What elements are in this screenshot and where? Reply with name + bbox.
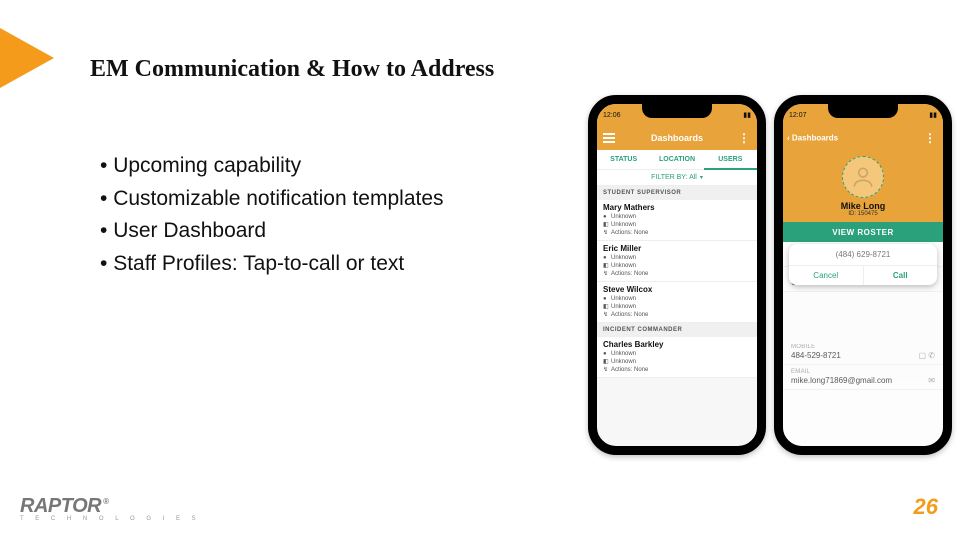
- actions-icon: ↯: [603, 311, 611, 318]
- app-header: ‹ Dashboards ⋮: [783, 126, 943, 150]
- phone-icon[interactable]: ✆: [928, 351, 935, 360]
- location-pin-icon: ◧: [603, 303, 611, 310]
- phone-dashboards: 12:06 ▮▮ Dashboards ⋮ STATUS LOCATION US…: [588, 95, 766, 455]
- contact-icons: ▢ ✆: [919, 351, 936, 360]
- section-supervisor: STUDENT SUPERVISOR: [597, 186, 757, 200]
- brand-logo: RAPTOR® T E C H N O L O G I E S: [20, 495, 201, 522]
- actions-icon: ↯: [603, 366, 611, 373]
- hamburger-icon[interactable]: [603, 133, 615, 143]
- more-icon[interactable]: ⋮: [924, 136, 937, 140]
- field-label: MOBILE: [791, 344, 935, 350]
- status-dot-icon: ●: [603, 255, 611, 261]
- slide: EM Communication & How to Address Upcomi…: [0, 0, 960, 540]
- chevron-down-icon: ▾: [700, 174, 703, 181]
- field-value: mike.long71869@gmail.com: [791, 376, 892, 385]
- tab-bar: STATUS LOCATION USERS: [597, 150, 757, 170]
- phone-profile: 12:07 ▮▮ ‹ Dashboards ⋮ Mike Long ID: 15…: [774, 95, 952, 455]
- filter-button[interactable]: FILTER BY: All ▾: [597, 170, 757, 186]
- list-item[interactable]: Eric Miller ●Unknown ◧Unknown ↯Actions: …: [597, 241, 757, 282]
- filter-label: FILTER BY: All: [651, 174, 697, 181]
- phone-notch: [642, 104, 712, 118]
- page-number: 26: [914, 494, 938, 520]
- list-item[interactable]: Mary Mathers ●Unknown ◧Unknown ↯Actions:…: [597, 200, 757, 241]
- person-name: Eric Miller: [603, 244, 751, 253]
- call-action-sheet: (484) 629-8721 Cancel Call: [789, 244, 937, 285]
- tab-users[interactable]: USERS: [704, 150, 757, 170]
- status-dot-icon: ●: [603, 351, 611, 357]
- list-item[interactable]: Steve Wilcox ●Unknown ◧Unknown ↯Actions:…: [597, 282, 757, 323]
- tab-location[interactable]: LOCATION: [650, 150, 703, 170]
- avatar-placeholder-icon: [842, 156, 884, 198]
- message-icon[interactable]: ▢: [919, 351, 927, 360]
- person-name: Steve Wilcox: [603, 285, 751, 294]
- tab-status[interactable]: STATUS: [597, 150, 650, 170]
- header-title: Dashboards: [651, 133, 703, 143]
- location-pin-icon: ◧: [603, 221, 611, 228]
- accent-triangle: [0, 28, 54, 88]
- call-button[interactable]: Call: [864, 266, 938, 285]
- cancel-button[interactable]: Cancel: [789, 266, 864, 285]
- status-dot-icon: ●: [603, 296, 611, 302]
- list-item[interactable]: Charles Barkley ●Unknown ◧Unknown ↯Actio…: [597, 337, 757, 378]
- profile-name: Mike Long: [841, 201, 886, 211]
- user-list: STUDENT SUPERVISOR Mary Mathers ●Unknown…: [597, 186, 757, 446]
- actions-icon: ↯: [603, 270, 611, 277]
- location-pin-icon: ◧: [603, 262, 611, 269]
- bullet-item: User Dashboard: [100, 215, 444, 248]
- brand-subline: T E C H N O L O G I E S: [20, 516, 201, 522]
- person-name: Mary Mathers: [603, 203, 751, 212]
- back-button[interactable]: ‹ Dashboards: [787, 134, 838, 143]
- person-name: Charles Barkley: [603, 340, 751, 349]
- location-pin-icon: ◧: [603, 358, 611, 365]
- bullet-item: Staff Profiles: Tap-to-call or text: [100, 248, 444, 281]
- bullet-item: Upcoming capability: [100, 150, 444, 183]
- field-value: 484-529-8721: [791, 351, 841, 360]
- profile-header: Mike Long ID: 150475: [783, 150, 943, 222]
- status-time: 12:07: [789, 112, 807, 119]
- bullet-list: Upcoming capability Customizable notific…: [100, 150, 444, 280]
- profile-contact-fields: MOBILE 484-529-8721 ▢ ✆ EMAIL mike.long7…: [783, 290, 943, 390]
- registered-mark: ®: [103, 497, 108, 506]
- actions-icon: ↯: [603, 229, 611, 236]
- profile-id: ID: 150475: [848, 211, 877, 217]
- brand-name: RAPTOR: [20, 495, 101, 517]
- popup-phone-number: (484) 629-8721: [789, 244, 937, 265]
- phone-notch: [828, 104, 898, 118]
- app-header: Dashboards ⋮: [597, 126, 757, 150]
- field-label: EMAIL: [791, 369, 935, 375]
- section-commander: INCIDENT COMMANDER: [597, 323, 757, 337]
- view-roster-button[interactable]: VIEW ROSTER: [783, 222, 943, 242]
- status-icons: ▮▮: [929, 111, 937, 119]
- slide-title: EM Communication & How to Address: [90, 56, 494, 83]
- status-dot-icon: ●: [603, 214, 611, 220]
- status-icons: ▮▮: [743, 111, 751, 119]
- more-icon[interactable]: ⋮: [738, 136, 751, 140]
- status-time: 12:06: [603, 112, 621, 119]
- bullet-item: Customizable notification templates: [100, 183, 444, 216]
- email-icon[interactable]: ✉: [928, 376, 935, 385]
